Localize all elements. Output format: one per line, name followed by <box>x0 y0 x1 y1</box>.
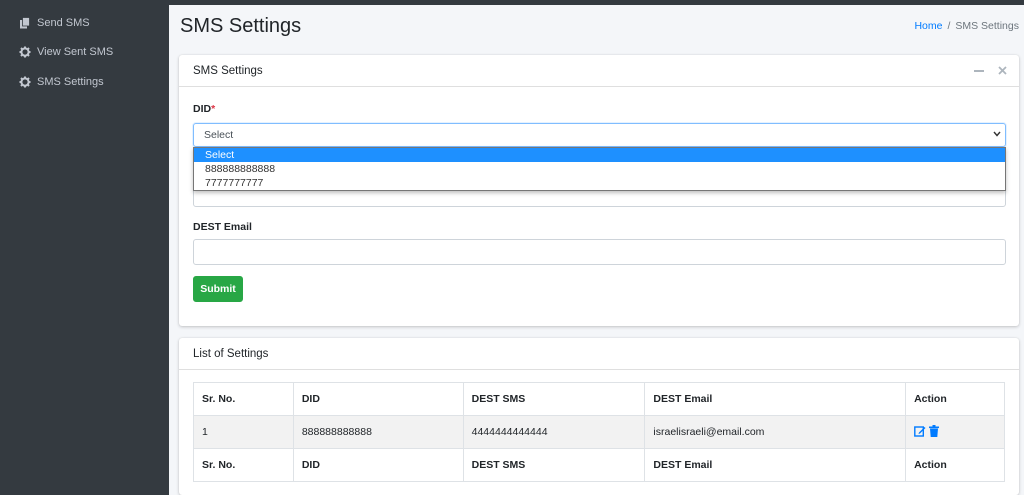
dest-email-input[interactable] <box>193 239 1006 265</box>
breadcrumb-current: SMS Settings <box>955 20 1019 32</box>
table-header-row: Sr. No. DID DEST SMS DEST Email Action <box>193 382 1005 416</box>
column-header: Sr. No. <box>193 382 294 416</box>
cell-sr: 1 <box>193 415 294 449</box>
did-option[interactable]: 7777777777 <box>194 176 1005 190</box>
column-header: Action <box>905 382 1005 416</box>
table-footer-row: Sr. No. DID DEST SMS DEST Email Action <box>193 448 1005 482</box>
column-footer: DEST Email <box>644 448 907 482</box>
sidebar-item-label: SMS Settings <box>37 76 104 88</box>
edit-icon[interactable] <box>914 425 926 440</box>
close-icon[interactable] <box>998 64 1007 79</box>
submit-button[interactable]: Submit <box>193 276 243 302</box>
breadcrumb: Home / SMS Settings <box>914 20 1019 32</box>
sidebar-item-sms-settings[interactable]: SMS Settings <box>0 69 169 95</box>
sidebar-item-view-sent-sms[interactable]: View Sent SMS <box>0 39 169 65</box>
cell-action <box>905 415 1005 449</box>
column-header: DID <box>292 382 464 416</box>
required-mark: * <box>211 103 216 115</box>
column-header: DEST Email <box>644 382 907 416</box>
chevron-down-icon <box>993 129 1001 141</box>
sms-settings-card: SMS Settings DID* Select Select 88888888… <box>179 55 1019 326</box>
column-footer: DID <box>292 448 464 482</box>
column-header: DEST SMS <box>462 382 646 416</box>
card-header: SMS Settings <box>179 55 1019 87</box>
gear-icon <box>19 76 31 88</box>
dest-email-label: DEST Email <box>193 221 252 233</box>
card-tools <box>974 64 1007 79</box>
breadcrumb-separator: / <box>947 20 951 32</box>
did-option[interactable]: Select <box>194 148 1005 162</box>
page-title: SMS Settings <box>180 15 302 37</box>
column-footer: Sr. No. <box>193 448 294 482</box>
list-of-settings-card: List of Settings Sr. No. DID DEST SMS DE… <box>179 338 1019 495</box>
sidebar-item-label: View Sent SMS <box>37 46 114 58</box>
cell-dest-email: israelisraeli@email.com <box>644 415 907 449</box>
sidebar: Send SMS View Sent SMS SMS Settings <box>0 5 169 495</box>
did-select[interactable]: Select <box>193 123 1006 147</box>
did-dropdown-list: Select 888888888888 7777777777 <box>193 147 1006 191</box>
copy-icon <box>19 17 31 29</box>
cell-did: 888888888888 <box>292 415 464 449</box>
column-footer: DEST SMS <box>462 448 646 482</box>
did-label: DID* <box>193 103 216 115</box>
trash-icon[interactable] <box>929 424 940 440</box>
card-title: SMS Settings <box>193 64 263 77</box>
cell-dest-sms: 4444444444444 <box>462 415 646 449</box>
card-title: List of Settings <box>193 347 269 360</box>
card-header: List of Settings <box>179 338 1019 370</box>
table-row: 1 888888888888 4444444444444 israelisrae… <box>193 415 1005 449</box>
sidebar-item-send-sms[interactable]: Send SMS <box>0 10 169 36</box>
column-footer: Action <box>905 448 1005 482</box>
breadcrumb-home-link[interactable]: Home <box>914 20 942 32</box>
gear-icon <box>19 46 31 58</box>
settings-table: Sr. No. DID DEST SMS DEST Email Action 1… <box>193 382 1005 482</box>
sidebar-item-label: Send SMS <box>37 17 90 29</box>
did-option[interactable]: 888888888888 <box>194 162 1005 176</box>
minimize-icon[interactable] <box>974 64 984 79</box>
did-select-value: Select <box>204 129 234 141</box>
